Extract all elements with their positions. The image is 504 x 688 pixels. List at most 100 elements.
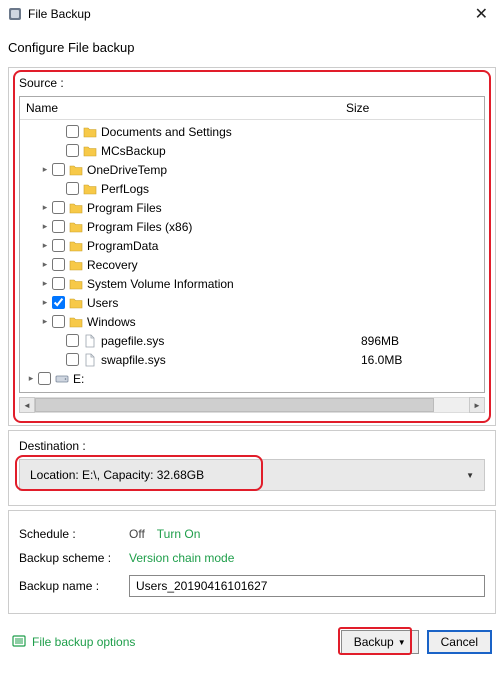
tree-item-name: E:: [73, 372, 333, 386]
tree-checkbox[interactable]: [52, 296, 65, 309]
tree-row[interactable]: ▸ Program Files (x86): [20, 217, 484, 236]
schedule-row: Schedule : Off Turn On: [19, 527, 485, 541]
tree-checkbox[interactable]: [52, 315, 65, 328]
tree-item-name: Windows: [87, 315, 347, 329]
caret-down-icon: ▼: [398, 638, 406, 647]
folder-icon: [83, 144, 97, 158]
tree-row[interactable]: ▸ ProgramData: [20, 236, 484, 255]
backup-button-label: Backup: [354, 635, 394, 649]
tree-item-size: 896MB: [361, 334, 431, 348]
drive-icon: [55, 372, 69, 386]
folder-icon: [69, 201, 83, 215]
tree-row[interactable]: pagefile.sys896MB: [20, 331, 484, 350]
expander-icon[interactable]: ▸: [38, 297, 52, 308]
expander-icon[interactable]: ▸: [38, 240, 52, 251]
tree-checkbox[interactable]: [38, 372, 51, 385]
expander-icon[interactable]: ▸: [38, 221, 52, 232]
tree-item-size: 16.0MB: [361, 353, 431, 367]
horizontal-scrollbar[interactable]: ◄ ►: [19, 397, 485, 413]
close-button[interactable]: ✕: [467, 2, 496, 26]
backup-name-input[interactable]: [129, 575, 485, 597]
tree-checkbox[interactable]: [52, 277, 65, 290]
tree-checkbox[interactable]: [66, 334, 79, 347]
schedule-state: Off: [129, 527, 145, 541]
file-backup-options-link[interactable]: File backup options: [12, 634, 135, 651]
tree-checkbox[interactable]: [66, 144, 79, 157]
tree-checkbox[interactable]: [66, 353, 79, 366]
footer-buttons: Backup ▼ Cancel: [341, 630, 492, 654]
title-bar: File Backup ✕: [0, 0, 504, 28]
expander-icon[interactable]: ▸: [38, 164, 52, 175]
expander-icon[interactable]: ▸: [38, 259, 52, 270]
tree-checkbox[interactable]: [66, 182, 79, 195]
backup-button[interactable]: Backup ▼: [341, 630, 419, 654]
folder-icon: [69, 239, 83, 253]
col-size[interactable]: Size: [346, 101, 478, 115]
file-icon: [83, 334, 97, 348]
tree-row[interactable]: ▸ System Volume Information: [20, 274, 484, 293]
folder-icon: [69, 277, 83, 291]
folder-icon: [69, 163, 83, 177]
folder-icon: [69, 220, 83, 234]
name-row: Backup name :: [19, 575, 485, 597]
scroll-track[interactable]: [35, 397, 469, 413]
col-name[interactable]: Name: [26, 101, 346, 115]
tree-body: Documents and Settings MCsBackup ▸ OneDrive…: [20, 120, 484, 392]
scheme-row: Backup scheme : Version chain mode: [19, 551, 485, 565]
footer: File backup options Backup ▼ Cancel: [0, 618, 504, 664]
tree-header: Name Size: [20, 97, 484, 120]
source-label: Source :: [19, 76, 485, 90]
tree-item-name: OneDriveTemp: [87, 163, 347, 177]
tree-row[interactable]: swapfile.sys16.0MB: [20, 350, 484, 369]
tree-item-name: PerfLogs: [101, 182, 361, 196]
tree-checkbox[interactable]: [52, 220, 65, 233]
folder-icon: [69, 258, 83, 272]
expander-icon[interactable]: ▸: [24, 373, 38, 384]
cancel-button[interactable]: Cancel: [427, 630, 492, 654]
tree-row[interactable]: ▸ Users: [20, 293, 484, 312]
expander-icon[interactable]: ▸: [38, 202, 52, 213]
tree-checkbox[interactable]: [52, 163, 65, 176]
expander-icon[interactable]: ▸: [38, 316, 52, 327]
tree-row[interactable]: ▸ Windows: [20, 312, 484, 331]
options-panel: Schedule : Off Turn On Backup scheme : V…: [8, 510, 496, 614]
folder-icon: [83, 182, 97, 196]
tree-row[interactable]: PerfLogs: [20, 179, 484, 198]
tree-row[interactable]: ▸ OneDriveTemp: [20, 160, 484, 179]
scheme-value-link[interactable]: Version chain mode: [129, 551, 234, 565]
options-icon: [12, 634, 26, 651]
tree-row[interactable]: MCsBackup: [20, 141, 484, 160]
tree-item-name: System Volume Information: [87, 277, 347, 291]
tree-row[interactable]: ▸Recovery: [20, 255, 484, 274]
app-icon: [8, 7, 22, 21]
tree-item-name: Documents and Settings: [101, 125, 361, 139]
tree-item-name: ProgramData: [87, 239, 347, 253]
scheme-label: Backup scheme :: [19, 551, 129, 565]
tree-checkbox[interactable]: [52, 201, 65, 214]
tree-checkbox[interactable]: [52, 258, 65, 271]
scroll-right-button[interactable]: ►: [469, 397, 485, 413]
tree-item-name: swapfile.sys: [101, 353, 361, 367]
tree-checkbox[interactable]: [66, 125, 79, 138]
file-icon: [83, 353, 97, 367]
tree-item-name: Users: [87, 296, 347, 310]
tree-row[interactable]: ▸ Program Files: [20, 198, 484, 217]
expander-icon[interactable]: ▸: [38, 278, 52, 289]
schedule-turn-on-link[interactable]: Turn On: [157, 527, 201, 541]
destination-label: Destination :: [19, 439, 485, 453]
tree-item-name: Program Files: [87, 201, 347, 215]
window-title: File Backup: [28, 7, 91, 21]
tree-row[interactable]: ▸ E:: [20, 369, 484, 388]
folder-icon: [83, 125, 97, 139]
scroll-left-button[interactable]: ◄: [19, 397, 35, 413]
name-label: Backup name :: [19, 579, 129, 593]
tree-item-name: Program Files (x86): [87, 220, 347, 234]
tree-row[interactable]: Documents and Settings: [20, 122, 484, 141]
destination-selector[interactable]: Location: E:\, Capacity: 32.68GB ▼: [19, 459, 485, 491]
tree-item-name: pagefile.sys: [101, 334, 361, 348]
tree-checkbox[interactable]: [52, 239, 65, 252]
source-tree[interactable]: Name Size Documents and Settings MCsBacku…: [19, 96, 485, 393]
scroll-thumb[interactable]: [35, 398, 434, 412]
schedule-label: Schedule :: [19, 527, 129, 541]
file-backup-options-label: File backup options: [32, 635, 135, 649]
